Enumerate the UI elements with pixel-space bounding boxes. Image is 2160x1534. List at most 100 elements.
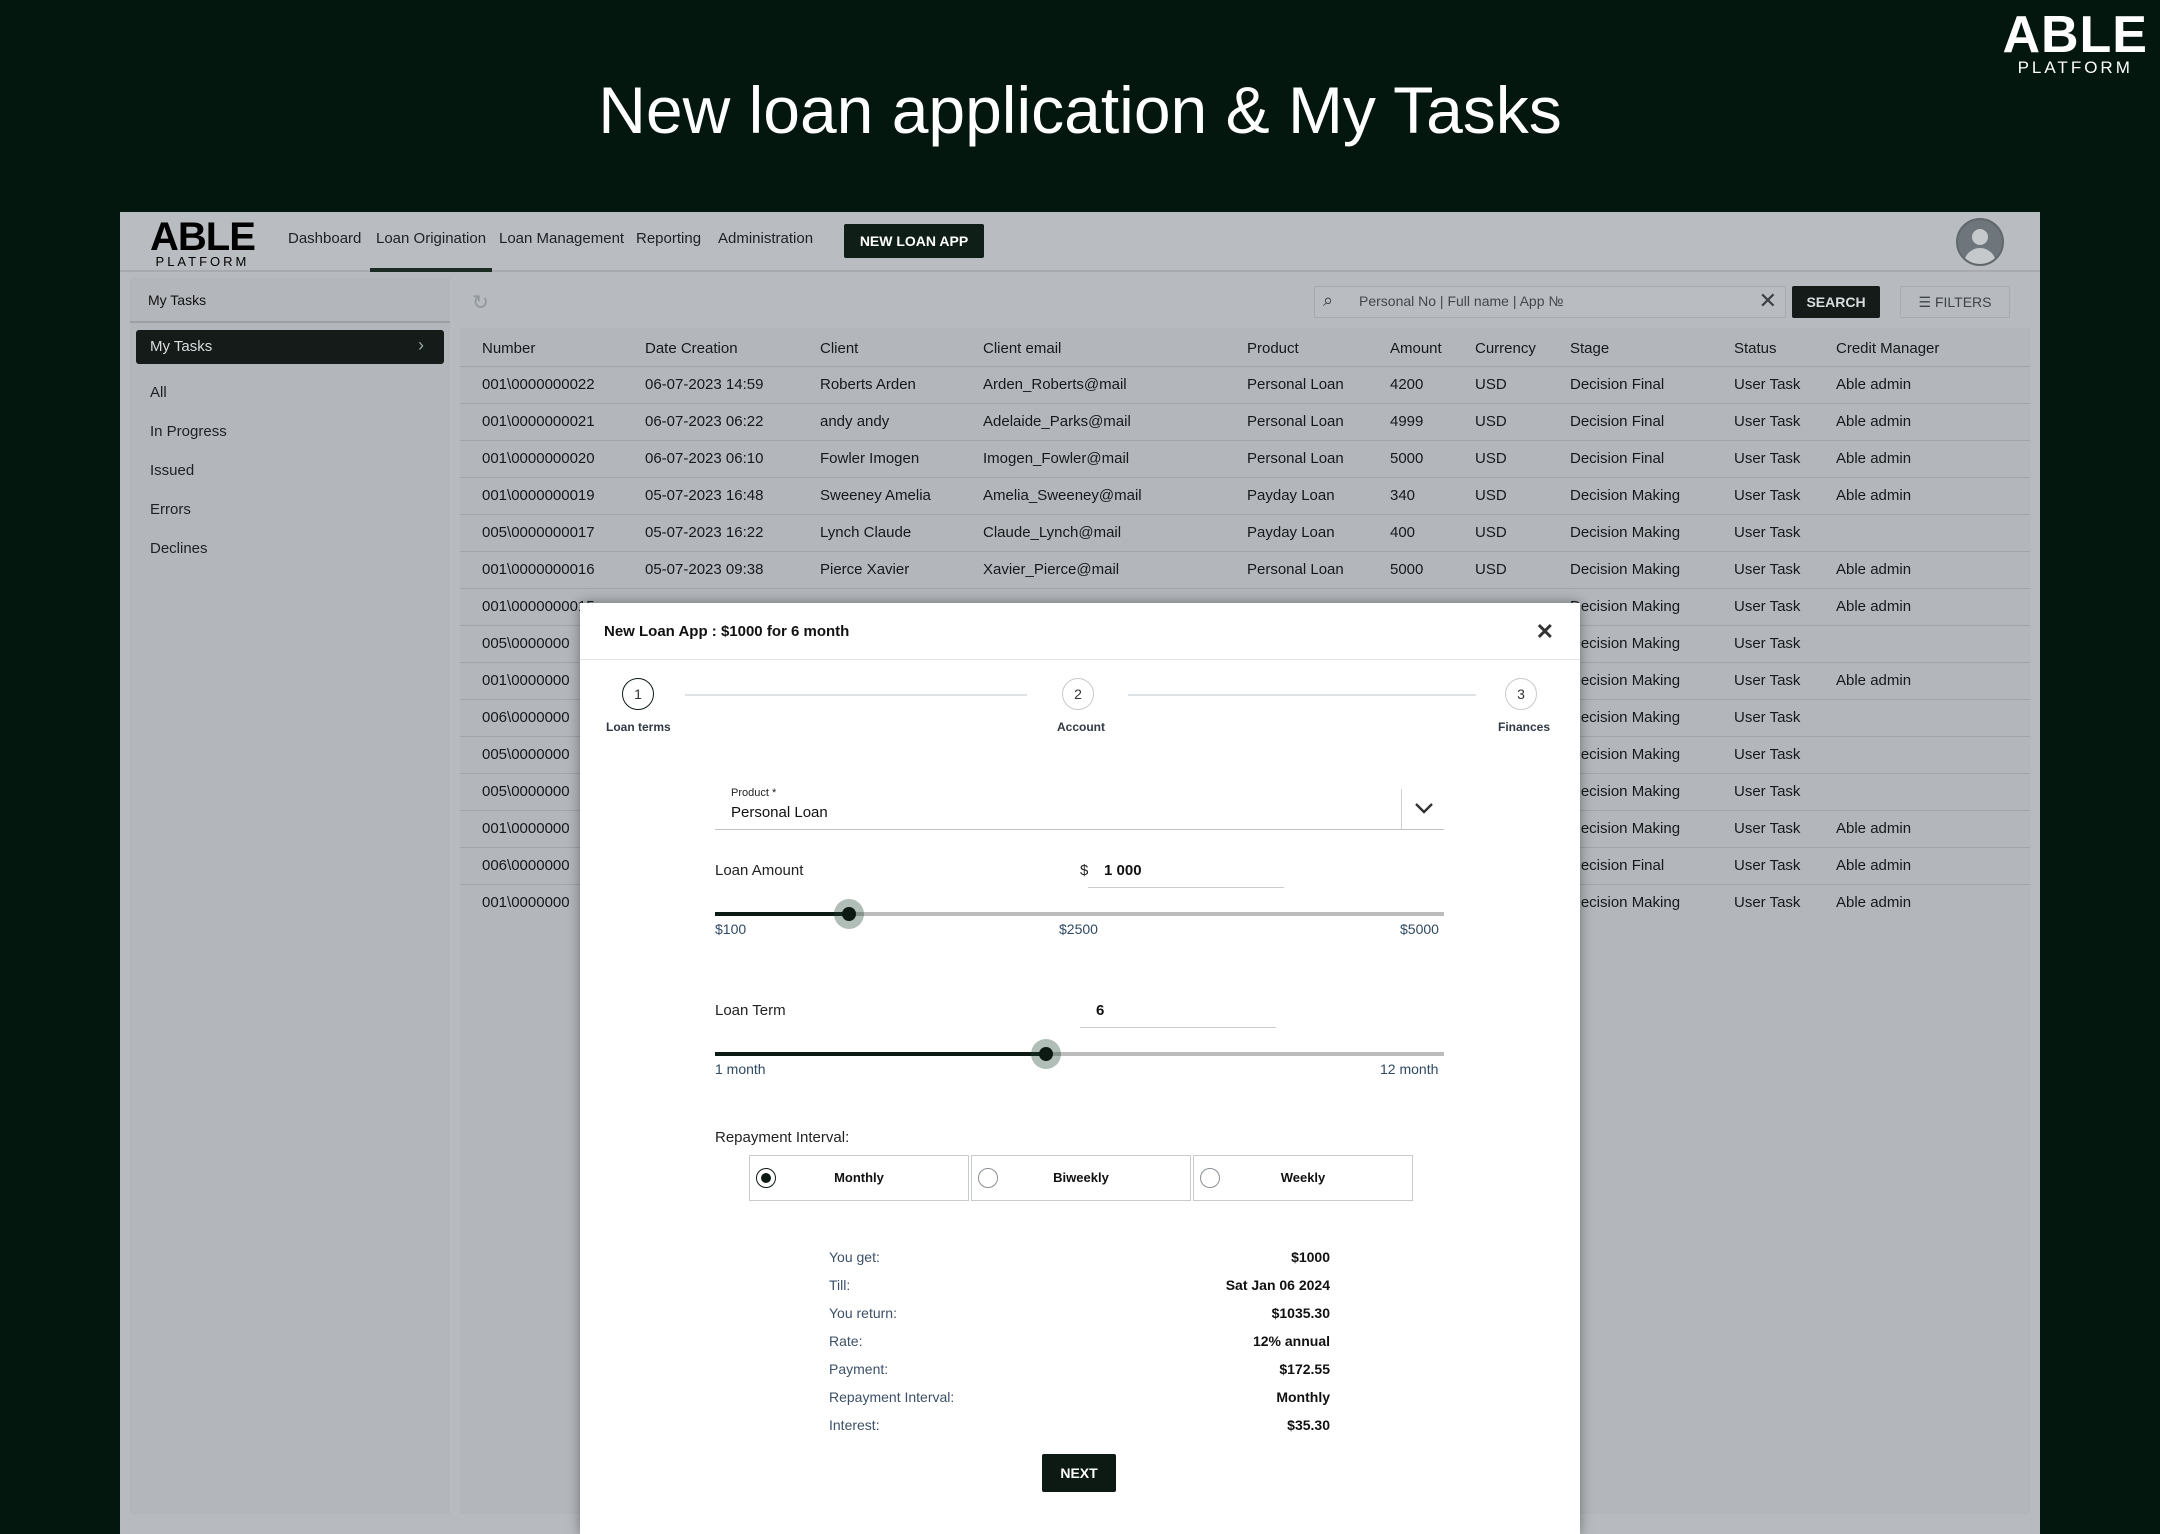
radio-monthly-label: Monthly [834,1170,884,1185]
table-row[interactable]: 001\0000000021 06-07-2023 06:22 andy andy A… [460,403,2030,440]
table-cell: Xavier_Pierce@mail [983,561,1120,578]
sidebar-item-my-tasks[interactable]: My Tasks › [136,330,444,364]
product-select[interactable]: Personal Loan [731,804,828,821]
table-row[interactable]: 001\0000000019 05-07-2023 16:48 Sweeney Am… [460,477,2030,514]
step-1-label: Loan terms [606,720,671,734]
nav-administration[interactable]: Administration [718,230,813,247]
summary-label: You return: [829,1305,897,1321]
search-icon: ⌕ [1323,290,1334,310]
amount-mid-label: $2500 [1059,921,1098,937]
table-cell: Able admin [1836,598,1912,615]
filter-icon: ☰ [1918,294,1932,310]
table-cell: Imogen_Fowler@mail [983,450,1130,467]
column-header[interactable]: Status [1734,340,1777,357]
table-cell: Decision Making [1570,894,1681,911]
term-slider-thumb[interactable] [1031,1039,1062,1069]
table-cell: Personal Loan [1247,561,1344,578]
summary-label: Interest: [829,1417,880,1433]
table-cell: 005\0000000 [482,746,570,763]
sidebar-item-all[interactable]: All [150,384,167,401]
step-2-circle[interactable]: 2 [1062,678,1094,710]
table-cell: Personal Loan [1247,376,1344,393]
table-row[interactable]: 005\0000000017 05-07-2023 16:22 Lynch Clau… [460,514,2030,551]
table-cell: 005\0000000 [482,635,570,652]
term-max-label: 12 month [1380,1061,1439,1077]
table-cell: Decision Making [1570,598,1681,615]
table-row[interactable]: 001\0000000022 06-07-2023 14:59 Roberts Ar… [460,366,2030,403]
table-cell: User Task [1734,487,1801,504]
table-cell: Able admin [1836,820,1912,837]
column-header[interactable]: Currency [1475,340,1536,357]
brand-logo-top: ABLE PLATFORM [2002,9,2148,76]
term-slider-fill [715,1052,1047,1056]
table-cell: USD [1475,561,1507,578]
sidebar-item-in-progress[interactable]: In Progress [150,423,227,440]
table-cell: Payday Loan [1247,487,1335,504]
table-cell: USD [1475,376,1507,393]
table-cell: User Task [1734,672,1801,689]
nav-reporting[interactable]: Reporting [636,230,701,247]
table-cell: Decision Making [1570,635,1681,652]
search-input[interactable]: ⌕ Personal No | Full name | App № ✕ [1314,286,1786,318]
refresh-icon[interactable]: ↻ [472,290,489,315]
radio-biweekly[interactable]: Biweekly [971,1155,1191,1201]
table-cell: 5000 [1390,450,1424,467]
column-header[interactable]: Credit Manager [1836,340,1939,357]
table-row[interactable]: 001\0000000016 05-07-2023 09:38 Pierce Xav… [460,551,2030,588]
chevron-down-icon[interactable] [1412,798,1436,818]
table-cell: Personal Loan [1247,450,1344,467]
sidebar: My Tasks My Tasks › All In Progress Issu… [130,278,450,1514]
next-button[interactable]: NEXT [1042,1454,1116,1492]
table-cell: USD [1475,450,1507,467]
sidebar-item-declines[interactable]: Declines [150,540,208,557]
amount-slider-thumb[interactable] [833,899,864,929]
table-cell: Able admin [1836,487,1912,504]
user-avatar-icon[interactable] [1956,218,2004,266]
radio-biweekly-label: Biweekly [1053,1170,1109,1185]
loan-term-input[interactable]: 6 [1096,1002,1104,1019]
summary-value: Sat Jan 06 2024 [1225,1277,1330,1293]
top-navbar: ABLE PLATFORM Dashboard Loan Origination… [120,212,2040,272]
loan-amount-input[interactable]: 1 000 [1104,862,1142,879]
filters-button[interactable]: ☰ FILTERS [1900,286,2010,318]
loan-amount-label: Loan Amount [715,862,804,879]
table-cell: Able admin [1836,413,1912,430]
sidebar-item-issued[interactable]: Issued [150,462,194,479]
radio-monthly[interactable]: Monthly [749,1155,969,1201]
table-cell: User Task [1734,857,1801,874]
column-header[interactable]: Client email [983,340,1061,357]
step-3-circle[interactable]: 3 [1505,678,1537,710]
table-cell: User Task [1734,561,1801,578]
column-header[interactable]: Number [482,340,535,357]
table-row[interactable]: 001\0000000020 06-07-2023 06:10 Fowler Imo… [460,440,2030,477]
nav-dashboard[interactable]: Dashboard [288,230,361,247]
sidebar-item-errors[interactable]: Errors [150,501,191,518]
new-loan-app-button[interactable]: NEW LOAN APP [844,224,984,258]
hero-title: New loan application & My Tasks [598,73,1562,147]
column-header[interactable]: Stage [1570,340,1609,357]
table-cell: Decision Final [1570,450,1665,467]
chevron-right-icon: › [418,335,424,355]
amount-max-label: $5000 [1400,921,1439,937]
table-cell: Decision Final [1570,376,1665,393]
column-header[interactable]: Product [1247,340,1299,357]
table-cell: Decision Making [1570,746,1681,763]
nav-loan-origination[interactable]: Loan Origination [369,230,493,272]
nav-loan-management[interactable]: Loan Management [499,230,624,247]
close-icon[interactable]: ✕ [1536,619,1554,645]
radio-weekly[interactable]: Weekly [1193,1155,1413,1201]
summary-value: $1000 [1291,1249,1330,1265]
column-header[interactable]: Client [820,340,858,357]
column-header[interactable]: Date Creation [645,340,738,357]
step-1-circle[interactable]: 1 [622,678,654,710]
loan-term-label: Loan Term [715,1002,786,1019]
table-cell: 400 [1390,524,1416,541]
search-button[interactable]: SEARCH [1792,286,1880,318]
table-cell: Decision Making [1570,561,1681,578]
column-header[interactable]: Amount [1390,340,1442,357]
table-cell: Personal Loan [1247,413,1344,430]
app-logo[interactable]: ABLE PLATFORM [150,217,256,268]
table-cell: andy andy [820,413,890,430]
clear-icon[interactable]: ✕ [1759,288,1777,314]
table-cell: 06-07-2023 06:22 [645,413,764,430]
